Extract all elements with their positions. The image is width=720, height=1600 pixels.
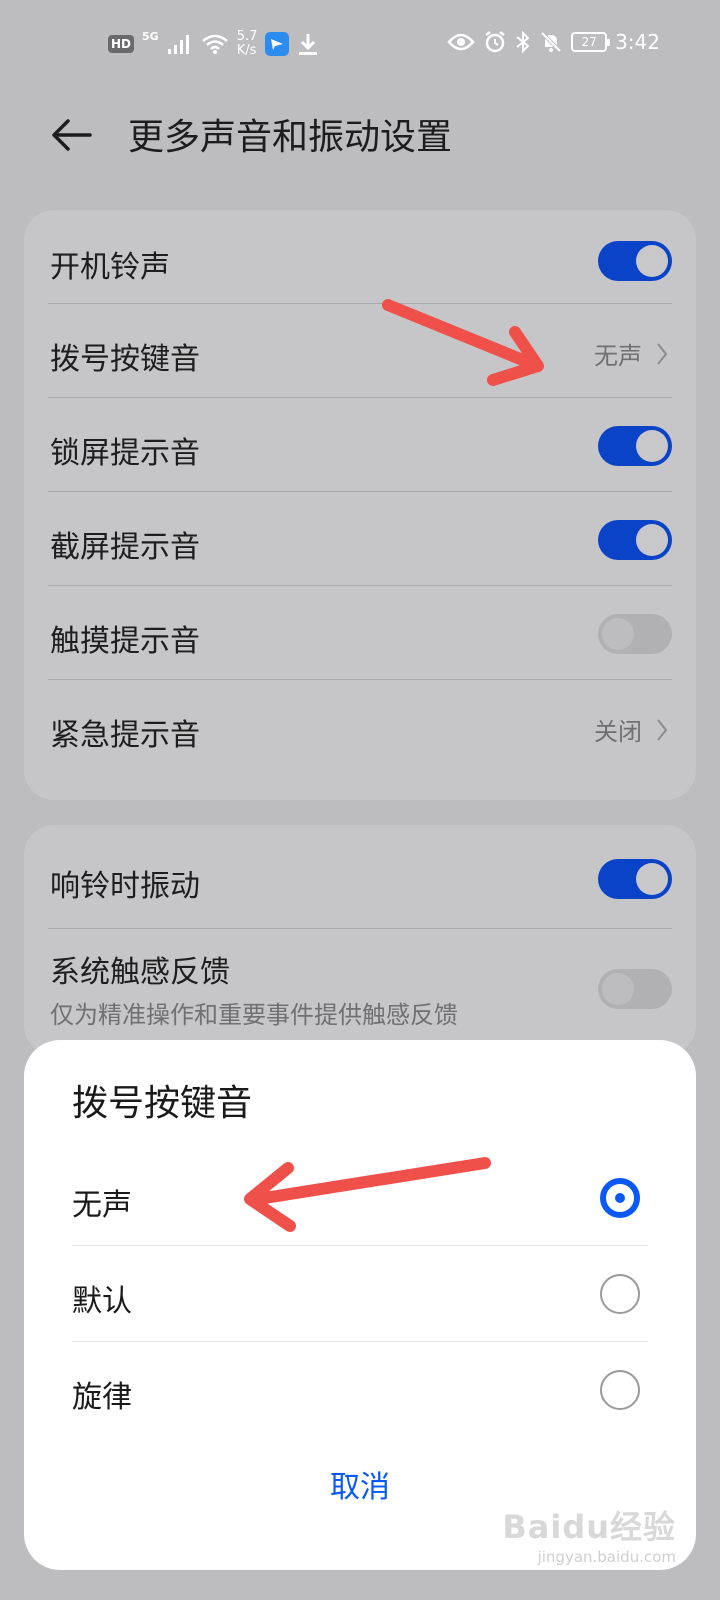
dialog-title: 拨号按键音 <box>72 1083 253 1124</box>
network-type: 5G <box>142 29 159 43</box>
setting-label: 拨号按键音 <box>50 342 200 377</box>
setting-row-touch-sound[interactable]: 触摸提示音 <box>24 586 696 680</box>
option-silent[interactable]: 无声 <box>72 1150 648 1246</box>
setting-label: 触摸提示音 <box>50 624 200 659</box>
setting-row-haptic-feedback[interactable]: 系统触感反馈 仅为精准操作和重要事件提供触感反馈 <box>24 929 696 1049</box>
app-notification-icon <box>265 32 290 56</box>
back-button[interactable] <box>48 112 94 158</box>
setting-row-emergency-alert[interactable]: 紧急提示音 关闭 <box>24 680 696 790</box>
bell-muted-icon <box>540 31 562 53</box>
hd-badge: HD <box>108 35 135 53</box>
network-speed: 5.7 K/s <box>237 30 258 58</box>
speed-unit: K/s <box>236 43 257 58</box>
option-melody[interactable]: 旋律 <box>72 1342 648 1438</box>
radio-unselected[interactable] <box>600 1274 640 1314</box>
setting-value: 关闭 <box>594 718 642 746</box>
radio-selected[interactable] <box>600 1178 640 1218</box>
touch-sound-toggle[interactable] <box>598 614 672 654</box>
cancel-button[interactable]: 取消 <box>24 1462 696 1506</box>
option-label: 无声 <box>72 1188 132 1223</box>
emergency-alert-value[interactable]: 关闭 <box>594 712 668 747</box>
setting-value: 无声 <box>594 342 642 370</box>
watermark-logo: Baidu经验 <box>502 1508 676 1546</box>
setting-row-startup-ringtone[interactable]: 开机铃声 <box>24 210 696 304</box>
dial-pad-tone-dialog: 拨号按键音 无声 默认 旋律 取消 <box>24 1040 696 1570</box>
dial-pad-tone-value[interactable]: 无声 <box>594 336 668 371</box>
startup-ringtone-toggle[interactable] <box>598 241 672 281</box>
status-bar: HD 5G 5.7 K/s 27 3:42 <box>0 0 720 92</box>
download-icon <box>299 34 318 55</box>
watermark-url: jingyan.baidu.com <box>537 1548 676 1566</box>
setting-label: 紧急提示音 <box>50 718 200 753</box>
page-title: 更多声音和振动设置 <box>128 117 453 158</box>
option-label: 旋律 <box>72 1380 132 1415</box>
setting-label: 响铃时振动 <box>50 869 200 904</box>
setting-label: 截屏提示音 <box>50 530 200 565</box>
setting-row-lock-screen-sound[interactable]: 锁屏提示音 <box>24 398 696 492</box>
back-arrow-icon <box>52 119 92 151</box>
setting-row-dial-pad-tone[interactable]: 拨号按键音 无声 <box>24 304 696 398</box>
screenshot-sound-toggle[interactable] <box>598 520 672 560</box>
setting-sublabel: 仅为精准操作和重要事件提供触感反馈 <box>50 1001 458 1029</box>
vibrate-when-ringing-toggle[interactable] <box>598 859 672 899</box>
setting-row-screenshot-sound[interactable]: 截屏提示音 <box>24 492 696 586</box>
haptic-feedback-toggle[interactable] <box>598 969 672 1009</box>
eye-icon <box>447 33 475 51</box>
clock: 3:42 <box>615 30 660 54</box>
chevron-right-icon <box>657 718 668 741</box>
alarm-icon <box>485 31 505 53</box>
option-label: 默认 <box>72 1284 132 1319</box>
lock-screen-sound-toggle[interactable] <box>598 426 672 466</box>
baidu-watermark: Baidu经验 jingyan.baidu.com <box>502 1502 676 1566</box>
setting-label: 开机铃声 <box>50 250 170 285</box>
settings-card-vibration: 响铃时振动 系统触感反馈 仅为精准操作和重要事件提供触感反馈 <box>24 825 696 1055</box>
page-header: 更多声音和振动设置 <box>0 92 720 172</box>
bluetooth-icon <box>516 30 530 54</box>
speed-value: 5.7 <box>236 29 258 44</box>
setting-label: 系统触感反馈 <box>50 955 230 990</box>
wifi-icon <box>201 34 228 54</box>
signal-icon <box>167 35 189 54</box>
chevron-right-icon <box>657 342 668 365</box>
radio-unselected[interactable] <box>600 1370 640 1410</box>
battery-indicator: 27 <box>571 32 611 52</box>
settings-card-sounds: 开机铃声 拨号按键音 无声 锁屏提示音 截屏提示音 触摸提示音 紧急提示音 关闭 <box>24 210 696 800</box>
setting-label: 锁屏提示音 <box>50 436 200 471</box>
setting-row-vibrate-when-ringing[interactable]: 响铃时振动 <box>24 825 696 929</box>
option-default[interactable]: 默认 <box>72 1246 648 1342</box>
